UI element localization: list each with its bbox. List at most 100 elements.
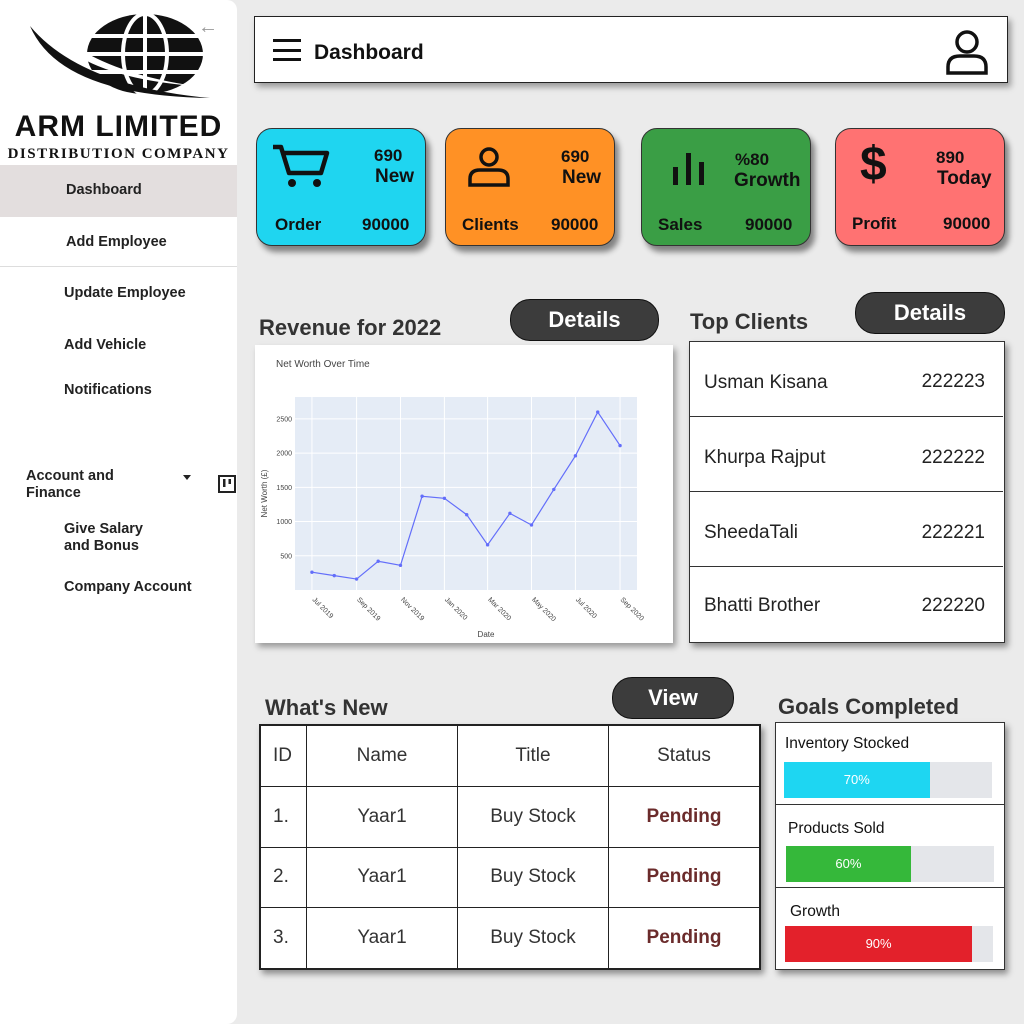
client-row[interactable]: Bhatti Brother 222220 (690, 567, 1003, 641)
col-name: Name (306, 725, 458, 787)
stat-card-order[interactable]: 690 New Order 90000 (256, 128, 426, 246)
stat-value: 90000 (745, 215, 793, 234)
page-title: Dashboard (314, 41, 424, 64)
cart-icon (273, 144, 330, 187)
cell-title: Buy Stock (457, 786, 609, 848)
stat-top: %80 (735, 150, 770, 169)
cell-status: Pending (608, 846, 760, 909)
chart-title: Net Worth Over Time (276, 359, 370, 370)
col-title: Title (457, 725, 609, 787)
y-tick-label: 1000 (276, 519, 292, 526)
cell-title: Buy Stock (457, 907, 609, 969)
stat-sub: New (375, 166, 415, 187)
goal-growth: Growth 90% (776, 888, 1004, 969)
client-row[interactable]: SheedaTali 222221 (690, 492, 1003, 567)
data-point (354, 577, 359, 581)
cell-name: Yaar1 (306, 786, 458, 848)
stat-value: 90000 (362, 215, 410, 234)
stat-top: 690 (374, 146, 403, 165)
sidebar-section-account-finance[interactable]: Account and Finance (26, 468, 136, 502)
table-row[interactable]: 1. Yaar1 Buy Stock Pending (260, 786, 760, 848)
goal-bar-fill: 60% (786, 846, 911, 882)
data-point (310, 570, 314, 574)
x-tick-label: Jul 2019 (311, 596, 335, 620)
data-point (618, 443, 622, 448)
client-name: Bhatti Brother (704, 595, 821, 616)
revenue-title: Revenue for 2022 (259, 315, 442, 340)
stat-value: 90000 (943, 214, 991, 233)
client-name: Usman Kisana (704, 372, 828, 393)
x-tick-label: Jul 2020 (574, 596, 598, 620)
caret-down-icon[interactable] (183, 475, 191, 480)
top-clients-title: Top Clients (690, 309, 809, 334)
sidebar-item-update-employee[interactable]: Update Employee (64, 285, 186, 301)
data-point (465, 513, 469, 517)
stat-card-profit[interactable]: $ 890 Today Profit 90000 (835, 128, 1005, 246)
revenue-chart: Net Worth Over Time Jul 2019 Sep 2019 Nov 2… (255, 345, 673, 643)
stat-label: Clients (462, 215, 519, 234)
stat-label: Order (275, 215, 322, 234)
data-point (442, 496, 447, 500)
revenue-details-button[interactable]: Details (510, 299, 659, 341)
goals-title: Goals Completed (778, 694, 959, 719)
collapse-arrow-icon[interactable]: ← (198, 16, 218, 39)
hamburger-menu-icon[interactable] (273, 39, 301, 61)
x-tick-label: Jan 2020 (443, 596, 468, 621)
cell-title: Buy Stock (457, 846, 609, 909)
kanban-icon[interactable] (218, 475, 236, 493)
user-icon (468, 147, 510, 187)
cell-status: Pending (608, 786, 760, 848)
table-row[interactable]: 2. Yaar1 Buy Stock Pending (260, 846, 760, 909)
goal-bar-fill: 90% (785, 926, 973, 962)
table-row[interactable]: 3. Yaar1 Buy Stock Pending (260, 907, 760, 969)
y-axis-label: Net Worth (£) (260, 469, 269, 517)
sidebar-item-dashboard[interactable]: Dashboard (66, 182, 142, 198)
cell-name: Yaar1 (306, 907, 458, 969)
data-point (529, 523, 534, 527)
cell-status: Pending (608, 907, 760, 969)
y-tick-label: 2500 (276, 416, 292, 423)
top-clients-details-button[interactable]: Details (855, 292, 1005, 334)
sidebar-item-add-employee[interactable]: Add Employee (66, 234, 167, 250)
client-name: Khurpa Rajput (704, 447, 826, 468)
client-value: 222220 (921, 595, 985, 616)
bar-chart-icon (673, 153, 704, 185)
goal-bar: 90% (785, 926, 993, 962)
stat-label: Profit (852, 214, 897, 233)
dollar-icon: $ (860, 138, 887, 191)
table-header-row: ID Name Title Status (260, 725, 760, 787)
goal-label: Inventory Stocked (785, 735, 910, 752)
goals-panel: Inventory Stocked 70% Products Sold 60% … (775, 722, 1005, 970)
x-tick-label: May 2020 (530, 596, 557, 623)
data-point (508, 511, 512, 516)
data-point (376, 559, 380, 563)
goal-products-sold: Products Sold 60% (776, 805, 1004, 888)
sidebar-item-give-salary[interactable]: Give Salary and Bonus (64, 521, 164, 555)
sidebar-item-notifications[interactable]: Notifications (64, 382, 152, 398)
sidebar-divider (0, 266, 237, 267)
stat-value: 90000 (551, 215, 599, 234)
stat-sub: New (562, 167, 602, 188)
whats-new-view-button[interactable]: View (612, 677, 734, 719)
goal-inventory: Inventory Stocked 70% (776, 723, 1004, 805)
sidebar-item-company-account[interactable]: Company Account (64, 579, 192, 595)
stat-card-sales[interactable]: %80 Growth Sales 90000 (641, 128, 811, 246)
x-tick-label: Sep 2020 (619, 596, 645, 622)
data-point (485, 543, 490, 547)
sidebar-item-add-vehicle[interactable]: Add Vehicle (64, 337, 146, 353)
sidebar: ARM LIMITED DISTRIBUTION COMPANY ← Dashb… (0, 0, 237, 1024)
x-tick-label: Mar 2020 (486, 596, 512, 622)
client-row[interactable]: Usman Kisana 222223 (690, 342, 1003, 417)
client-row[interactable]: Khurpa Rajput 222222 (690, 417, 1003, 492)
goal-bar: 60% (786, 846, 994, 882)
plot-area (295, 397, 637, 590)
brand-name: ARM LIMITED (14, 110, 223, 143)
goal-bar-fill: 70% (784, 762, 930, 798)
y-tick-label: 500 (280, 553, 292, 560)
stat-card-clients[interactable]: 690 New Clients 90000 (445, 128, 615, 246)
net-worth-chart: Net Worth Over Time Jul 2019 Sep 2019 Nov 2… (260, 359, 645, 639)
globe-logo-icon (30, 12, 210, 98)
user-avatar-icon[interactable] (945, 29, 989, 75)
cell-name: Yaar1 (306, 846, 458, 909)
goal-label: Growth (790, 903, 840, 920)
